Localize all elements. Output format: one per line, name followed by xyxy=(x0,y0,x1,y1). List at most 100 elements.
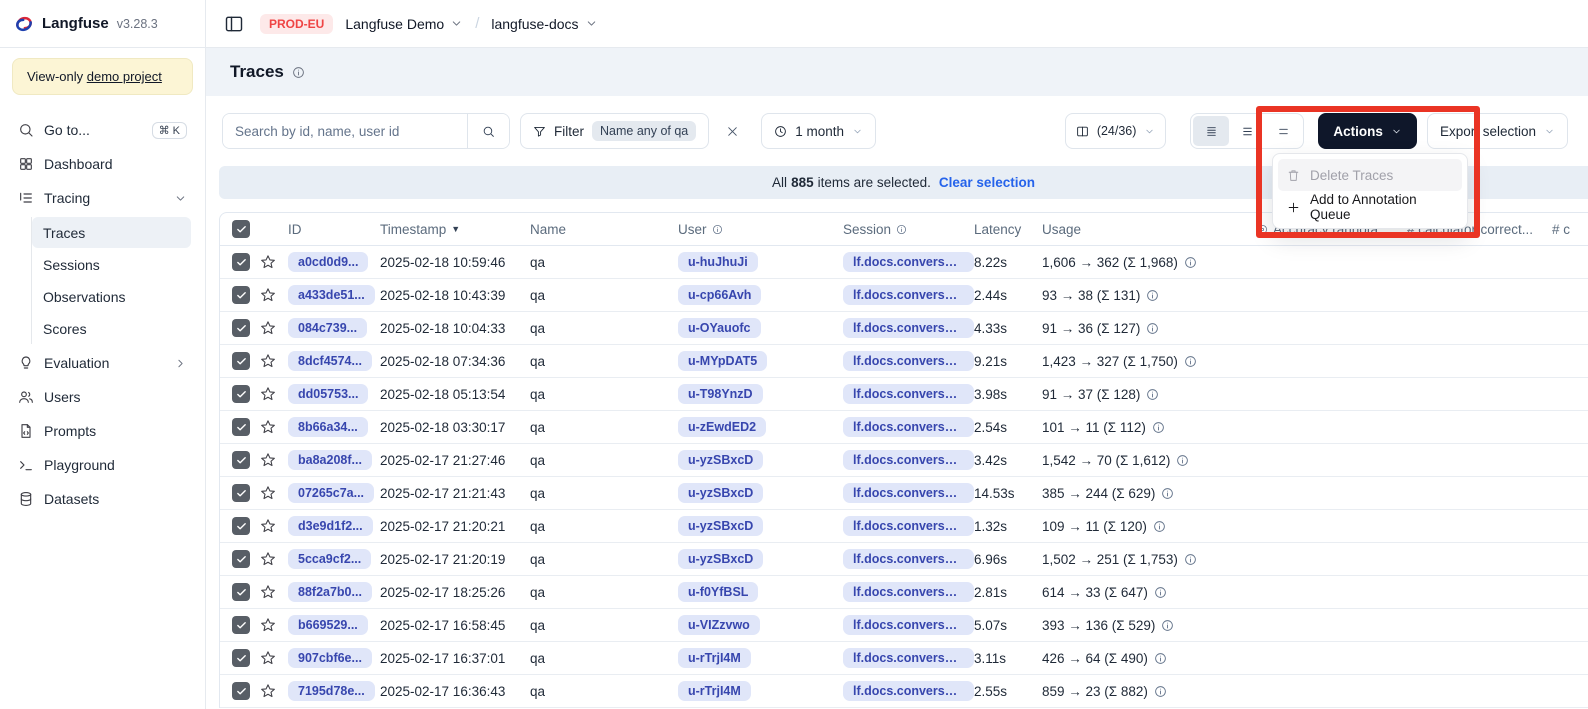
export-selection-button[interactable]: Export selection xyxy=(1427,113,1568,149)
row-checkbox[interactable] xyxy=(232,418,250,436)
session-id-badge[interactable]: lf.docs.conversation... xyxy=(843,549,974,569)
bookmark-star-icon[interactable] xyxy=(260,320,276,336)
usage-info-icon[interactable] xyxy=(1184,256,1197,269)
session-id-badge[interactable]: lf.docs.conversation... xyxy=(843,615,974,635)
user-id-badge[interactable]: u-T98YnzD xyxy=(678,384,763,404)
session-id-badge[interactable]: lf.docs.conversation... xyxy=(843,483,974,503)
table-row[interactable]: a0cd0d9... 2025-02-18 10:59:46 qa u-huJh… xyxy=(220,246,1588,279)
row-checkbox[interactable] xyxy=(232,253,250,271)
trace-id-badge[interactable]: 8dcf4574... xyxy=(288,351,372,371)
table-row[interactable]: dd05753... 2025-02-18 05:13:54 qa u-T98Y… xyxy=(220,378,1588,411)
sidebar-item-traces[interactable]: Traces xyxy=(32,217,191,248)
project-selector[interactable]: langfuse-docs xyxy=(491,16,597,32)
clear-filter-button[interactable] xyxy=(717,116,747,146)
session-id-badge[interactable]: lf.docs.conversation... xyxy=(843,450,974,470)
row-checkbox[interactable] xyxy=(232,550,250,568)
bookmark-star-icon[interactable] xyxy=(260,485,276,501)
info-icon[interactable] xyxy=(292,66,305,79)
user-id-badge[interactable]: u-OYauofc xyxy=(678,318,761,338)
trace-id-badge[interactable]: 07265c7a... xyxy=(288,483,374,503)
usage-info-icon[interactable] xyxy=(1146,388,1159,401)
session-id-badge[interactable]: lf.docs.conversation... xyxy=(843,516,974,536)
session-id-badge[interactable]: lf.docs.conversation... xyxy=(843,351,974,371)
usage-info-icon[interactable] xyxy=(1154,652,1167,665)
user-id-badge[interactable]: u-zEwdED2 xyxy=(678,417,766,437)
filter-button[interactable]: Filter Name any of qa xyxy=(520,113,709,149)
user-id-badge[interactable]: u-rTrjI4M xyxy=(678,648,751,668)
trace-id-badge[interactable]: a433de51... xyxy=(288,285,375,305)
session-id-badge[interactable]: lf.docs.conversation... xyxy=(843,318,974,338)
row-checkbox[interactable] xyxy=(232,385,250,403)
usage-info-icon[interactable] xyxy=(1161,619,1174,632)
sidebar-item-users[interactable]: Users xyxy=(10,380,195,414)
table-row[interactable]: 7195d78e... 2025-02-17 16:36:43 qa u-rTr… xyxy=(220,675,1588,708)
user-id-badge[interactable]: u-yzSBxcD xyxy=(678,483,763,503)
row-checkbox[interactable] xyxy=(232,649,250,667)
row-checkbox[interactable] xyxy=(232,319,250,337)
table-row[interactable]: 907cbf6e... 2025-02-17 16:37:01 qa u-rTr… xyxy=(220,642,1588,675)
row-height-large-button[interactable] xyxy=(1265,116,1301,146)
bookmark-star-icon[interactable] xyxy=(260,386,276,402)
bookmark-star-icon[interactable] xyxy=(260,353,276,369)
trace-id-badge[interactable]: 907cbf6e... xyxy=(288,648,372,668)
session-id-badge[interactable]: lf.docs.conversation... xyxy=(843,417,974,437)
table-row[interactable]: d3e9d1f2... 2025-02-17 21:20:21 qa u-yzS… xyxy=(220,510,1588,543)
row-checkbox[interactable] xyxy=(232,484,250,502)
sidebar-item-prompts[interactable]: Prompts xyxy=(10,414,195,448)
usage-info-icon[interactable] xyxy=(1153,520,1166,533)
menu-item-add-to-annotation-queue[interactable]: Add to Annotation Queue xyxy=(1278,191,1462,223)
info-icon[interactable] xyxy=(712,224,723,235)
sidebar-item-playground[interactable]: Playground xyxy=(10,448,195,482)
session-id-badge[interactable]: lf.docs.conversation... xyxy=(843,252,974,272)
user-id-badge[interactable]: u-rTrjI4M xyxy=(678,681,751,701)
row-height-small-button[interactable] xyxy=(1193,116,1229,146)
user-id-badge[interactable]: u-f0YfBSL xyxy=(678,582,758,602)
bookmark-star-icon[interactable] xyxy=(260,254,276,270)
row-height-medium-button[interactable] xyxy=(1229,116,1265,146)
trace-id-badge[interactable]: d3e9d1f2... xyxy=(288,516,373,536)
table-row[interactable]: a433de51... 2025-02-18 10:43:39 qa u-cp6… xyxy=(220,279,1588,312)
bookmark-star-icon[interactable] xyxy=(260,617,276,633)
sidebar-item-observations[interactable]: Observations xyxy=(32,281,191,312)
clear-selection-link[interactable]: Clear selection xyxy=(939,175,1035,190)
sidebar-item-sessions[interactable]: Sessions xyxy=(32,249,191,280)
row-checkbox[interactable] xyxy=(232,583,250,601)
trace-id-badge[interactable]: ba8a208f... xyxy=(288,450,372,470)
session-id-badge[interactable]: lf.docs.conversation... xyxy=(843,384,974,404)
usage-info-icon[interactable] xyxy=(1154,586,1167,599)
table-row[interactable]: 8dcf4574... 2025-02-18 07:34:36 qa u-MYp… xyxy=(220,345,1588,378)
row-checkbox[interactable] xyxy=(232,451,250,469)
usage-info-icon[interactable] xyxy=(1146,322,1159,335)
user-id-badge[interactable]: u-yzSBxcD xyxy=(678,549,763,569)
user-id-badge[interactable]: u-huJhuJi xyxy=(678,252,758,272)
usage-info-icon[interactable] xyxy=(1161,487,1174,500)
select-all-checkbox[interactable] xyxy=(232,220,250,238)
usage-info-icon[interactable] xyxy=(1184,553,1197,566)
trace-id-badge[interactable]: b669529... xyxy=(288,615,368,635)
search-submit-button[interactable] xyxy=(467,114,509,148)
trace-id-badge[interactable]: 084c739... xyxy=(288,318,367,338)
trace-id-badge[interactable]: 7195d78e... xyxy=(288,681,375,701)
usage-info-icon[interactable] xyxy=(1146,289,1159,302)
search-input[interactable] xyxy=(223,114,467,148)
bookmark-star-icon[interactable] xyxy=(260,584,276,600)
trace-id-badge[interactable]: 5cca9cf2... xyxy=(288,549,371,569)
table-row[interactable]: ba8a208f... 2025-02-17 21:27:46 qa u-yzS… xyxy=(220,444,1588,477)
user-id-badge[interactable]: u-cp66Avh xyxy=(678,285,761,305)
sidebar-item-evaluation[interactable]: Evaluation xyxy=(10,346,195,380)
session-id-badge[interactable]: lf.docs.conversation... xyxy=(843,648,974,668)
row-checkbox[interactable] xyxy=(232,352,250,370)
trace-id-badge[interactable]: 88f2a7b0... xyxy=(288,582,372,602)
bookmark-star-icon[interactable] xyxy=(260,452,276,468)
sidebar-item-tracing[interactable]: Tracing xyxy=(10,181,195,215)
info-icon[interactable] xyxy=(896,224,907,235)
bookmark-star-icon[interactable] xyxy=(260,683,276,699)
table-row[interactable]: 88f2a7b0... 2025-02-17 18:25:26 qa u-f0Y… xyxy=(220,576,1588,609)
sidebar-item-dashboard[interactable]: Dashboard xyxy=(10,147,195,181)
sidebar-toggle-button[interactable] xyxy=(220,10,248,38)
session-id-badge[interactable]: lf.docs.conversation... xyxy=(843,285,974,305)
user-id-badge[interactable]: u-MYpDAT5 xyxy=(678,351,767,371)
bookmark-star-icon[interactable] xyxy=(260,287,276,303)
sidebar-item-goto[interactable]: Go to... ⌘ K xyxy=(10,113,195,147)
trace-id-badge[interactable]: a0cd0d9... xyxy=(288,252,368,272)
